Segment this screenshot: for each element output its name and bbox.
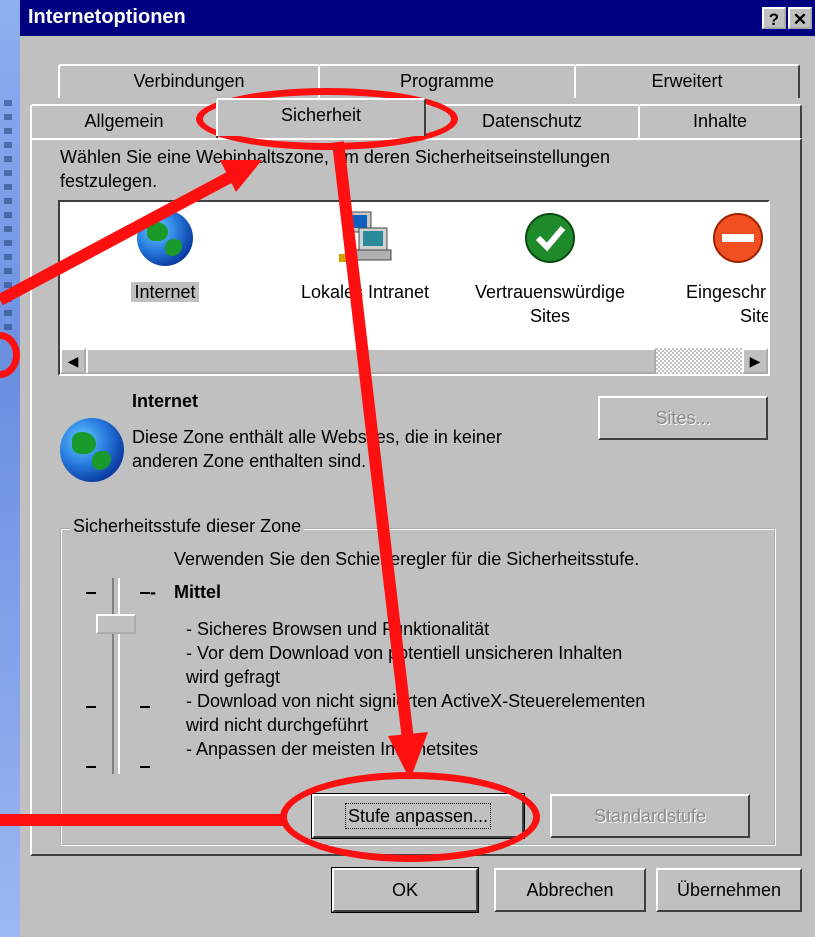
annotation-arrow-to-button <box>332 141 414 741</box>
annotation-arrowhead-button <box>388 732 428 780</box>
annotation-arrow-to-tab <box>0 170 235 306</box>
annotation-arrows <box>0 141 428 826</box>
tab-sicherheit[interactable]: Sicherheit <box>216 98 426 136</box>
